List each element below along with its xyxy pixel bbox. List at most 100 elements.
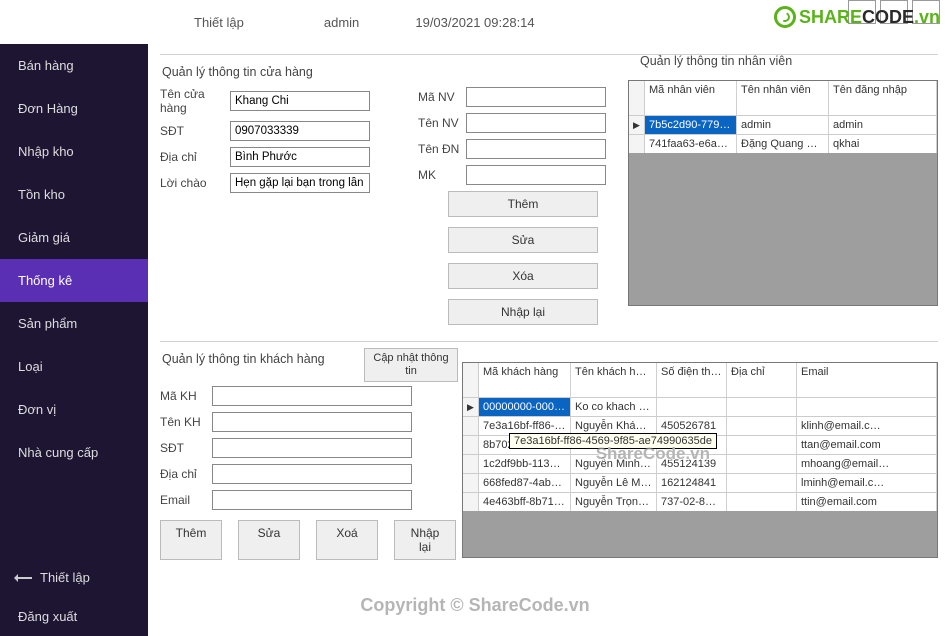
store-phone-label: SĐT	[160, 124, 230, 138]
emp-col-login[interactable]: Tên đăng nhập	[829, 81, 937, 115]
emp-add-button[interactable]: Thêm	[448, 191, 598, 217]
sidebar-item-stats[interactable]: Thống kê	[0, 259, 148, 302]
emp-login-input[interactable]	[466, 139, 606, 159]
store-name-label: Tên cửa hàng	[160, 87, 230, 115]
row-pointer-icon	[463, 455, 479, 473]
sidebar-item-suppliers[interactable]: Nhà cung cấp	[0, 431, 148, 474]
cust-col-email[interactable]: Email	[797, 363, 937, 397]
cell: 7b5c2d90-7798…	[645, 116, 737, 134]
emp-id-label: Mã NV	[418, 90, 466, 104]
emp-col-id[interactable]: Mã nhân viên	[645, 81, 737, 115]
sidebar-item-import[interactable]: Nhập kho	[0, 130, 148, 173]
emp-section-title: Quản lý thông tin nhân viên	[640, 54, 792, 68]
employee-grid[interactable]: Mã nhân viên Tên nhân viên Tên đăng nhập…	[628, 80, 938, 306]
cell: klinh@email.c…	[797, 417, 937, 435]
cust-name-label: Tên KH	[160, 415, 212, 429]
cust-addr-input[interactable]	[212, 464, 412, 484]
cell: admin	[737, 116, 829, 134]
cell: lminh@email.c…	[797, 474, 937, 492]
cell: qkhai	[829, 135, 937, 153]
cell	[727, 436, 797, 454]
emp-delete-button[interactable]: Xóa	[448, 263, 598, 289]
cell	[727, 417, 797, 435]
watermark: Copyright © ShareCode.vn	[360, 595, 589, 616]
sidebar-item-units[interactable]: Đơn vị	[0, 388, 148, 431]
sidebar-item-label: Đăng xuất	[18, 609, 77, 624]
cell: 4e463bff-8b71-…	[479, 493, 571, 511]
sidebar-item-inventory[interactable]: Tồn kho	[0, 173, 148, 216]
store-addr-input[interactable]	[230, 147, 370, 167]
cust-add-button[interactable]: Thêm	[160, 520, 222, 560]
sidebar-item-orders[interactable]: Đơn Hàng	[0, 87, 148, 130]
row-pointer-icon	[463, 493, 479, 511]
emp-id-input[interactable]	[466, 87, 606, 107]
cell: ttin@email.com	[797, 493, 937, 511]
row-pointer-icon	[463, 474, 479, 492]
cell: Nguyễn Lê Minh	[571, 474, 657, 492]
cell	[657, 398, 727, 416]
cust-phone-input[interactable]	[212, 438, 412, 458]
emp-pw-input[interactable]	[466, 165, 606, 185]
store-greet-input[interactable]	[230, 173, 370, 193]
store-addr-label: Địa chỉ	[160, 150, 230, 164]
emp-login-label: Tên ĐN	[418, 142, 466, 156]
emp-pw-label: MK	[418, 168, 466, 182]
cell: admin	[829, 116, 937, 134]
cell: 1c2df9bb-1133-…	[479, 455, 571, 473]
sidebar-item-types[interactable]: Loại	[0, 345, 148, 388]
store-name-input[interactable]	[230, 91, 370, 111]
main-content: Quản lý thông tin cửa hàng Tên cửa hàng …	[148, 44, 950, 636]
cust-col-phone[interactable]: Số điện thoại	[657, 363, 727, 397]
cust-delete-button[interactable]: Xoá	[316, 520, 378, 560]
store-phone-input[interactable]	[230, 121, 370, 141]
emp-edit-button[interactable]: Sửa	[448, 227, 598, 253]
table-row[interactable]: ▶ 7b5c2d90-7798… admin admin	[629, 115, 937, 134]
cell: 00000000-0000-…	[479, 398, 571, 416]
cell	[727, 398, 797, 416]
cust-addr-label: Địa chỉ	[160, 467, 212, 481]
emp-name-input[interactable]	[466, 113, 606, 133]
sidebar-item-logout[interactable]: Đăng xuất	[0, 597, 148, 636]
table-row[interactable]: 741faa63-e6ac-… Đặng Quang K… qkhai	[629, 134, 937, 153]
cust-col-id[interactable]: Mã khách hàng	[479, 363, 571, 397]
sidebar: Bán hàng Đơn Hàng Nhập kho Tồn kho Giảm …	[0, 44, 148, 636]
cell: 737-02-8831	[657, 493, 727, 511]
update-info-button[interactable]: Cập nhật thông tin	[364, 348, 458, 382]
row-pointer-icon: ▶	[629, 116, 645, 134]
table-row[interactable]: 668fed87-4abd-…Nguyễn Lê Minh162124841lm…	[463, 473, 937, 492]
cell: ttan@email.com	[797, 436, 937, 454]
cell: Nguyễn Trọng …	[571, 493, 657, 511]
store-section-title: Quản lý thông tin cửa hàng	[162, 65, 400, 79]
timestamp: 19/03/2021 09:28:14	[415, 15, 534, 30]
emp-reset-button[interactable]: Nhập lại	[448, 299, 598, 325]
cust-email-input[interactable]	[212, 490, 412, 510]
recycle-icon	[774, 6, 796, 28]
table-row[interactable]: 4e463bff-8b71-…Nguyễn Trọng …737-02-8831…	[463, 492, 937, 511]
sidebar-item-settings[interactable]: Thiết lập	[0, 558, 148, 597]
cell	[797, 398, 937, 416]
cell: 162124841	[657, 474, 727, 492]
cust-id-label: Mã KH	[160, 389, 212, 403]
emp-name-label: Tên NV	[418, 116, 466, 130]
cust-id-input[interactable]	[212, 386, 412, 406]
cust-edit-button[interactable]: Sửa	[238, 520, 300, 560]
cell	[727, 493, 797, 511]
sidebar-item-discount[interactable]: Giảm giá	[0, 216, 148, 259]
store-greet-label: Lời chào	[160, 176, 230, 190]
cust-col-name[interactable]: Tên khách hàng	[571, 363, 657, 397]
table-row[interactable]: ▶00000000-0000-…Ko co khach ha…	[463, 397, 937, 416]
sidebar-item-sales[interactable]: Bán hàng	[0, 44, 148, 87]
cell	[727, 474, 797, 492]
cust-col-addr[interactable]: Địa chỉ	[727, 363, 797, 397]
cust-email-label: Email	[160, 493, 212, 507]
watermark: ShareCode.vn	[596, 444, 710, 464]
sidebar-item-products[interactable]: Sản phẩm	[0, 302, 148, 345]
emp-col-name[interactable]: Tên nhân viên	[737, 81, 829, 115]
breadcrumb: admin	[324, 15, 359, 30]
cust-name-input[interactable]	[212, 412, 412, 432]
cell: mhoang@email…	[797, 455, 937, 473]
cell: 741faa63-e6ac-…	[645, 135, 737, 153]
breadcrumb: Thiết lập	[194, 15, 244, 30]
cell	[727, 455, 797, 473]
cust-reset-button[interactable]: Nhập lại	[394, 520, 456, 560]
